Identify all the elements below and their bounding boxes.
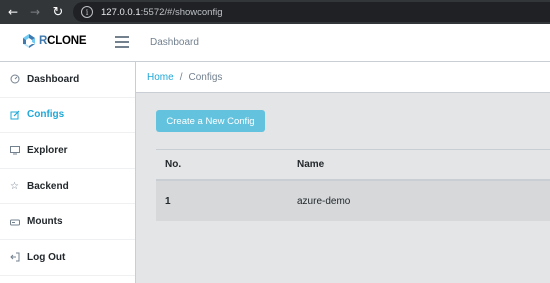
sidebar-item-logout[interactable]: Log Out <box>0 240 135 276</box>
reload-icon[interactable]: ↻ <box>50 0 66 24</box>
sidebar-item-configs[interactable]: Configs <box>0 97 135 134</box>
address-bar[interactable]: i 127.0.0.1:5572/#/showconfig <box>73 2 550 22</box>
sidebar-item-explorer[interactable]: Explorer <box>0 133 135 169</box>
header-dashboard-link[interactable]: Dashboard <box>150 37 199 48</box>
browser-toolbar: ← → ↻ i 127.0.0.1:5572/#/showconfig <box>0 0 550 24</box>
logout-icon <box>9 252 20 263</box>
info-icon[interactable]: i <box>81 6 93 18</box>
create-config-button[interactable]: Create a New Config <box>156 110 265 132</box>
sidebar-item-label: Backend <box>27 180 69 192</box>
monitor-icon <box>9 145 20 156</box>
table-header: No. Name <box>156 149 550 181</box>
cell-name[interactable]: azure-demo <box>288 196 550 207</box>
brand-logo[interactable]: RCLONE <box>21 33 87 49</box>
breadcrumb-separator: / <box>179 71 183 83</box>
table-row[interactable]: 1 azure-demo <box>156 181 550 221</box>
url-path: :5572/#/showconfig <box>140 6 223 18</box>
sidebar-item-label: Configs <box>27 109 65 121</box>
drive-icon <box>9 216 20 227</box>
hamburger-menu-icon[interactable] <box>115 36 129 48</box>
brand-name: RCLONE <box>39 35 87 47</box>
sidebar-item-dashboard[interactable]: Dashboard <box>0 62 135 98</box>
back-arrow-icon[interactable]: ← <box>5 0 21 24</box>
main-content: Create a New Config No. Name 1 azure-dem… <box>136 93 550 283</box>
sidebar-item-backend[interactable]: ☆ Backend <box>0 169 135 205</box>
sidebar-item-mounts[interactable]: Mounts <box>0 204 135 240</box>
column-header-name[interactable]: Name <box>288 159 550 170</box>
rclone-logo-icon <box>23 34 35 48</box>
sidebar-item-label: Explorer <box>27 144 68 156</box>
breadcrumb-current: Configs <box>188 71 223 83</box>
sidebar-item-label: Mounts <box>27 216 63 228</box>
sidebar: Dashboard Configs Explorer ☆ Backend Mou… <box>0 62 136 283</box>
pencil-square-icon <box>9 109 20 120</box>
breadcrumb-home-link[interactable]: Home <box>147 72 174 83</box>
speedometer-icon <box>9 74 20 85</box>
url-text[interactable]: 127.0.0.1:5572/#/showconfig <box>101 7 223 18</box>
app-header: RCLONE Dashboard <box>0 24 550 62</box>
star-icon: ☆ <box>10 180 19 192</box>
breadcrumb: Home / Configs <box>136 62 550 93</box>
cell-no: 1 <box>165 195 171 207</box>
configs-table: No. Name 1 azure-demo <box>156 149 550 221</box>
forward-arrow-icon[interactable]: → <box>27 0 43 24</box>
sidebar-item-label: Log Out <box>27 251 66 263</box>
column-header-no[interactable]: No. <box>156 159 288 170</box>
sidebar-item-label: Dashboard <box>27 73 80 85</box>
url-host: 127.0.0.1 <box>101 6 141 18</box>
